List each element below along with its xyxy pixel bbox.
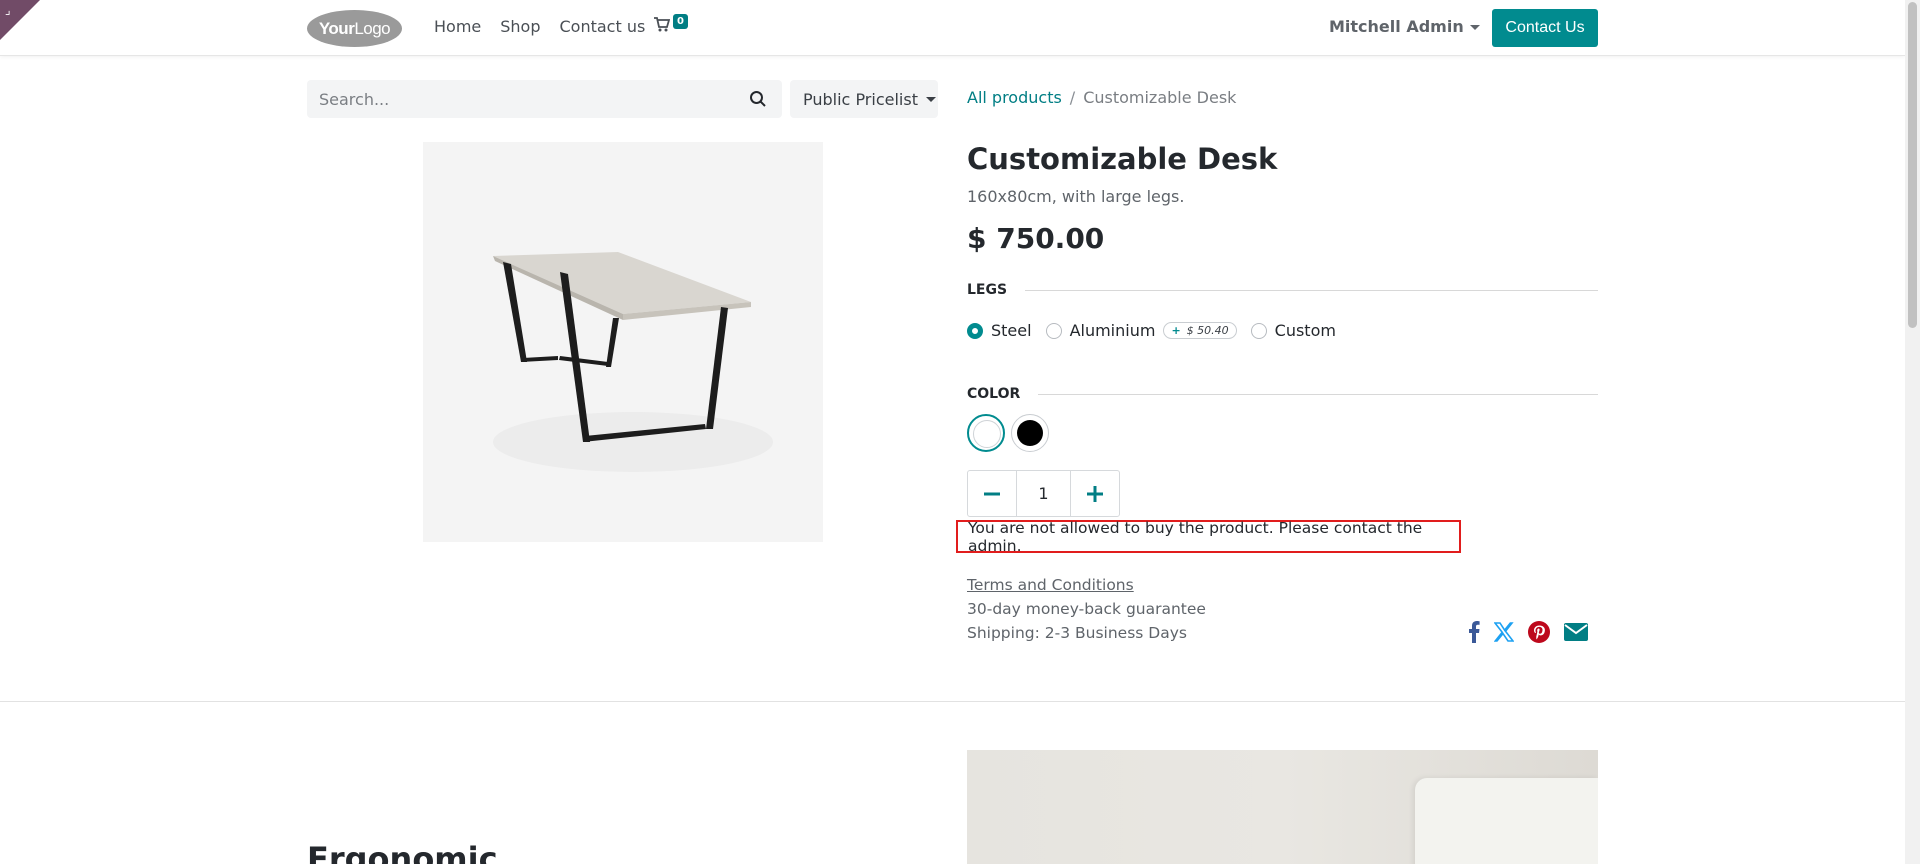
ergonomic-image xyxy=(967,750,1598,864)
legs-option-steel[interactable]: Steel xyxy=(967,321,1032,340)
shipping-text: Shipping: 2-3 Business Days xyxy=(967,624,1187,642)
option-label: Steel xyxy=(991,321,1032,340)
email-icon[interactable] xyxy=(1564,622,1588,642)
scrollbar-thumb[interactable] xyxy=(1908,2,1917,328)
plus-icon[interactable] xyxy=(1071,471,1119,516)
radio-icon[interactable] xyxy=(1250,322,1267,339)
product-image[interactable] xyxy=(423,142,823,542)
terms-link[interactable]: Terms and Conditions xyxy=(967,576,1134,594)
product-title: Customizable Desk xyxy=(967,142,1278,176)
user-name: Mitchell Admin xyxy=(1329,17,1464,36)
product-page: ⌟ Your Logo Home Shop Contact us 0 Mitche… xyxy=(0,0,1920,864)
pinterest-icon[interactable] xyxy=(1528,621,1550,643)
price-extra-badge: + $ 50.40 xyxy=(1163,322,1237,339)
product-description: 160x80cm, with large legs. xyxy=(967,187,1185,206)
legs-options: Steel Aluminium + $ 50.40 Custom xyxy=(967,321,1350,340)
chevron-down-icon xyxy=(925,96,936,102)
price-extra-value: $ 50.40 xyxy=(1186,324,1229,337)
radio-icon[interactable] xyxy=(1045,322,1062,339)
section-divider xyxy=(0,701,1905,702)
attribute-title-legs: LEGS xyxy=(967,282,1598,298)
color-swatch-white[interactable] xyxy=(967,414,1005,452)
nav-shop[interactable]: Shop xyxy=(500,17,540,36)
breadcrumb-separator: / xyxy=(1069,88,1076,107)
chevron-down-icon xyxy=(1469,25,1480,30)
plus-icon: + xyxy=(1171,324,1181,337)
radio-checked-icon[interactable] xyxy=(967,322,983,339)
divider xyxy=(1025,289,1598,291)
product-price: $ 750.00 xyxy=(967,222,1105,255)
cart-icon[interactable] xyxy=(654,17,671,36)
page-scrollbar[interactable] xyxy=(1905,0,1920,864)
minus-icon[interactable] xyxy=(968,471,1016,516)
facebook-icon[interactable] xyxy=(1468,621,1480,643)
pricelist-label: Public Pricelist xyxy=(803,89,918,109)
attribute-legs-label: LEGS xyxy=(967,282,1008,298)
quantity-input[interactable]: 1 xyxy=(1016,471,1071,516)
x-twitter-icon[interactable] xyxy=(1494,622,1514,642)
attribute-color-label: COLOR xyxy=(967,386,1021,402)
breadcrumb-current: Customizable Desk xyxy=(1083,88,1237,107)
breadcrumb-all-products[interactable]: All products xyxy=(967,88,1062,107)
legs-option-custom[interactable]: Custom xyxy=(1250,321,1336,340)
contact-us-button[interactable]: Contact Us xyxy=(1492,9,1598,47)
user-menu[interactable]: Mitchell Admin xyxy=(1329,17,1480,36)
main-nav: Home Shop Contact us xyxy=(434,17,645,36)
desk-illustration xyxy=(493,252,773,472)
nav-home[interactable]: Home xyxy=(434,17,481,36)
logo-text-bold: Your xyxy=(318,18,355,38)
option-label: Custom xyxy=(1274,321,1336,340)
logo-text-light: Logo xyxy=(354,18,391,38)
quantity-stepper: 1 xyxy=(967,470,1120,517)
attribute-title-color: COLOR xyxy=(967,386,1598,402)
option-label: Aluminium xyxy=(1069,321,1156,340)
top-navbar: ⌟ Your Logo Home Shop Contact us 0 Mitche… xyxy=(0,0,1905,56)
not-allowed-alert: You are not allowed to buy the product. … xyxy=(956,519,1461,555)
section-title: Ergonomic xyxy=(307,840,498,864)
chair-shape xyxy=(1415,778,1598,864)
cart-count-badge: 0 xyxy=(673,14,688,29)
search-icon[interactable] xyxy=(749,90,767,108)
breadcrumb: All products / Customizable Desk xyxy=(967,88,1236,107)
legs-option-aluminium[interactable]: Aluminium + $ 50.40 xyxy=(1045,321,1237,340)
guarantee-text: 30-day money-back guarantee xyxy=(967,600,1206,618)
edit-corner-glyph: ⌟ xyxy=(5,3,11,17)
search-input[interactable] xyxy=(307,80,737,118)
nav-contact-us[interactable]: Contact us xyxy=(560,17,646,36)
site-logo[interactable]: Your Logo xyxy=(307,10,402,47)
color-swatch-black[interactable] xyxy=(1011,414,1049,452)
share-links xyxy=(1468,621,1588,643)
divider xyxy=(1038,393,1598,395)
search-bar xyxy=(307,80,782,118)
pricelist-dropdown[interactable]: Public Pricelist xyxy=(790,80,938,118)
